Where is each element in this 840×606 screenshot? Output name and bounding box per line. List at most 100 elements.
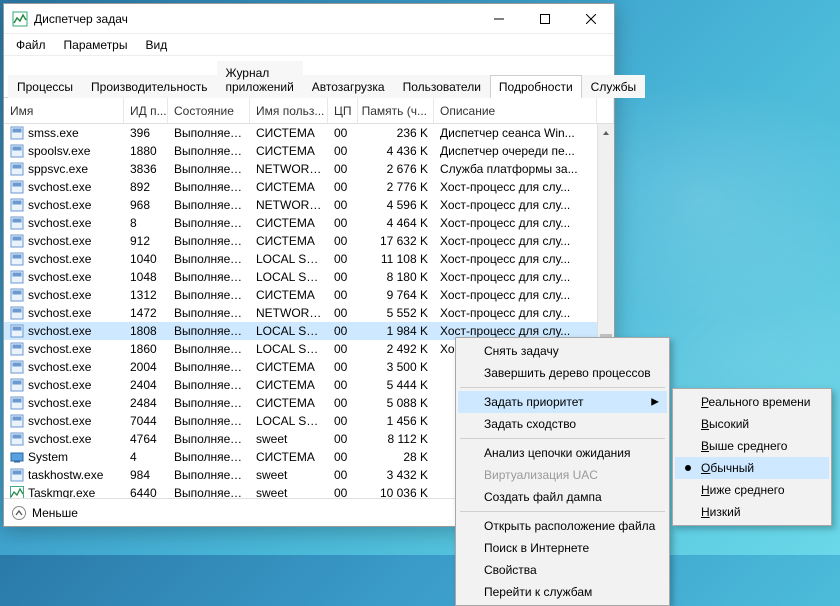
process-user: СИСТЕМА (250, 234, 328, 248)
process-pid: 984 (124, 468, 168, 482)
process-desc: Служба платформы за... (434, 162, 597, 176)
process-state: Выполняется (168, 324, 250, 338)
menu-item[interactable]: Задать приоритет▶ (458, 391, 667, 413)
column-headers: Имя ИД п... Состояние Имя польз... ЦП Па… (4, 98, 614, 124)
priority-item[interactable]: Выше среднего (675, 435, 829, 457)
process-row[interactable]: svchost.exe892ВыполняетсяСИСТЕМА002 776 … (4, 178, 597, 196)
fewer-details-icon[interactable] (12, 506, 26, 520)
tab-0[interactable]: Процессы (8, 75, 82, 98)
process-row[interactable]: svchost.exe968ВыполняетсяNETWORK...004 5… (4, 196, 597, 214)
priority-item[interactable]: Реального времени (675, 391, 829, 413)
process-row[interactable]: svchost.exe8ВыполняетсяСИСТЕМА004 464 KХ… (4, 214, 597, 232)
col-header-desc[interactable]: Описание (434, 98, 597, 123)
process-row[interactable]: svchost.exe1048ВыполняетсяLOCAL SE...008… (4, 268, 597, 286)
process-row[interactable]: svchost.exe1312ВыполняетсяСИСТЕМА009 764… (4, 286, 597, 304)
process-name: svchost.exe (28, 360, 91, 374)
menu-separator (460, 438, 665, 439)
process-pid: 2484 (124, 396, 168, 410)
process-user: sweet (250, 486, 328, 498)
tab-5[interactable]: Подробности (490, 75, 582, 98)
process-state: Выполняется (168, 378, 250, 392)
menu-item[interactable]: Свойства (458, 559, 667, 581)
scroll-up-button[interactable] (598, 124, 614, 141)
process-row[interactable]: svchost.exe912ВыполняетсяСИСТЕМА0017 632… (4, 232, 597, 250)
menu-item[interactable]: Открыть расположение файла (458, 515, 667, 537)
titlebar[interactable]: Диспетчер задач (4, 4, 614, 34)
process-name: taskhostw.exe (28, 468, 103, 482)
col-header-memory[interactable]: Память (ч... (358, 98, 434, 123)
col-header-pid[interactable]: ИД п... (124, 98, 168, 123)
process-state: Выполняется (168, 450, 250, 464)
process-memory: 5 088 K (358, 396, 434, 410)
process-user: СИСТЕМА (250, 216, 328, 230)
tab-2[interactable]: Журнал приложений (217, 61, 303, 98)
maximize-button[interactable] (522, 4, 568, 34)
process-state: Выполняется (168, 234, 250, 248)
menu-item[interactable]: Анализ цепочки ожидания (458, 442, 667, 464)
fewer-details-label[interactable]: Меньше (32, 506, 78, 520)
process-user: СИСТЕМА (250, 360, 328, 374)
process-cpu: 00 (328, 180, 358, 194)
priority-item[interactable]: Высокий (675, 413, 829, 435)
process-icon (10, 414, 24, 428)
menu-file[interactable]: Файл (8, 36, 54, 54)
process-row[interactable]: smss.exe396ВыполняетсяСИСТЕМА00236 KДисп… (4, 124, 597, 142)
process-state: Выполняется (168, 180, 250, 194)
process-pid: 1048 (124, 270, 168, 284)
menu-item[interactable]: Завершить дерево процессов (458, 362, 667, 384)
col-header-user[interactable]: Имя польз... (250, 98, 328, 123)
process-pid: 912 (124, 234, 168, 248)
menu-options[interactable]: Параметры (56, 36, 136, 54)
close-button[interactable] (568, 4, 614, 34)
priority-item[interactable]: Низкий (675, 501, 829, 523)
process-state: Выполняется (168, 270, 250, 284)
process-pid: 968 (124, 198, 168, 212)
process-user: СИСТЕМА (250, 378, 328, 392)
menu-item[interactable]: Поиск в Интернете (458, 537, 667, 559)
process-pid: 1312 (124, 288, 168, 302)
process-cpu: 00 (328, 126, 358, 140)
process-memory: 1 456 K (358, 414, 434, 428)
process-pid: 7044 (124, 414, 168, 428)
process-icon (10, 126, 24, 140)
col-header-state[interactable]: Состояние (168, 98, 250, 123)
process-desc: Хост-процесс для слу... (434, 252, 597, 266)
process-row[interactable]: spoolsv.exe1880ВыполняетсяСИСТЕМА004 436… (4, 142, 597, 160)
tab-6[interactable]: Службы (582, 75, 645, 98)
process-icon (10, 144, 24, 158)
process-icon (10, 324, 24, 338)
process-icon (10, 342, 24, 356)
process-pid: 1880 (124, 144, 168, 158)
process-user: СИСТЕМА (250, 126, 328, 140)
process-user: LOCAL SE... (250, 324, 328, 338)
process-desc: Хост-процесс для слу... (434, 288, 597, 302)
process-icon (10, 216, 24, 230)
process-memory: 5 552 K (358, 306, 434, 320)
col-header-name[interactable]: Имя (4, 98, 124, 123)
col-header-cpu[interactable]: ЦП (328, 98, 358, 123)
menu-item[interactable]: Снять задачу (458, 340, 667, 362)
menu-separator (460, 511, 665, 512)
menu-item[interactable]: Создать файл дампа (458, 486, 667, 508)
priority-submenu: Реального времениВысокийВыше среднегоОбы… (672, 388, 832, 526)
minimize-button[interactable] (476, 4, 522, 34)
process-icon (10, 306, 24, 320)
process-pid: 6440 (124, 486, 168, 498)
process-pid: 4 (124, 450, 168, 464)
menu-item: Виртуализация UAC (458, 464, 667, 486)
process-state: Выполняется (168, 162, 250, 176)
context-menu: Снять задачуЗавершить дерево процессов За… (455, 337, 670, 606)
priority-item[interactable]: Ниже среднего (675, 479, 829, 501)
process-row[interactable]: sppsvc.exe3836ВыполняетсяNETWORK...002 6… (4, 160, 597, 178)
menu-item[interactable]: Перейти к службам (458, 581, 667, 603)
tab-3[interactable]: Автозагрузка (303, 75, 394, 98)
process-name: svchost.exe (28, 180, 91, 194)
menu-view[interactable]: Вид (137, 36, 175, 54)
process-row[interactable]: svchost.exe1040ВыполняетсяLOCAL SE...001… (4, 250, 597, 268)
priority-item[interactable]: Обычный (675, 457, 829, 479)
tab-4[interactable]: Пользователи (394, 75, 490, 98)
process-desc: Хост-процесс для слу... (434, 324, 597, 338)
tab-1[interactable]: Производительность (82, 75, 216, 98)
process-row[interactable]: svchost.exe1472ВыполняетсяNETWORK...005 … (4, 304, 597, 322)
menu-item[interactable]: Задать сходство (458, 413, 667, 435)
